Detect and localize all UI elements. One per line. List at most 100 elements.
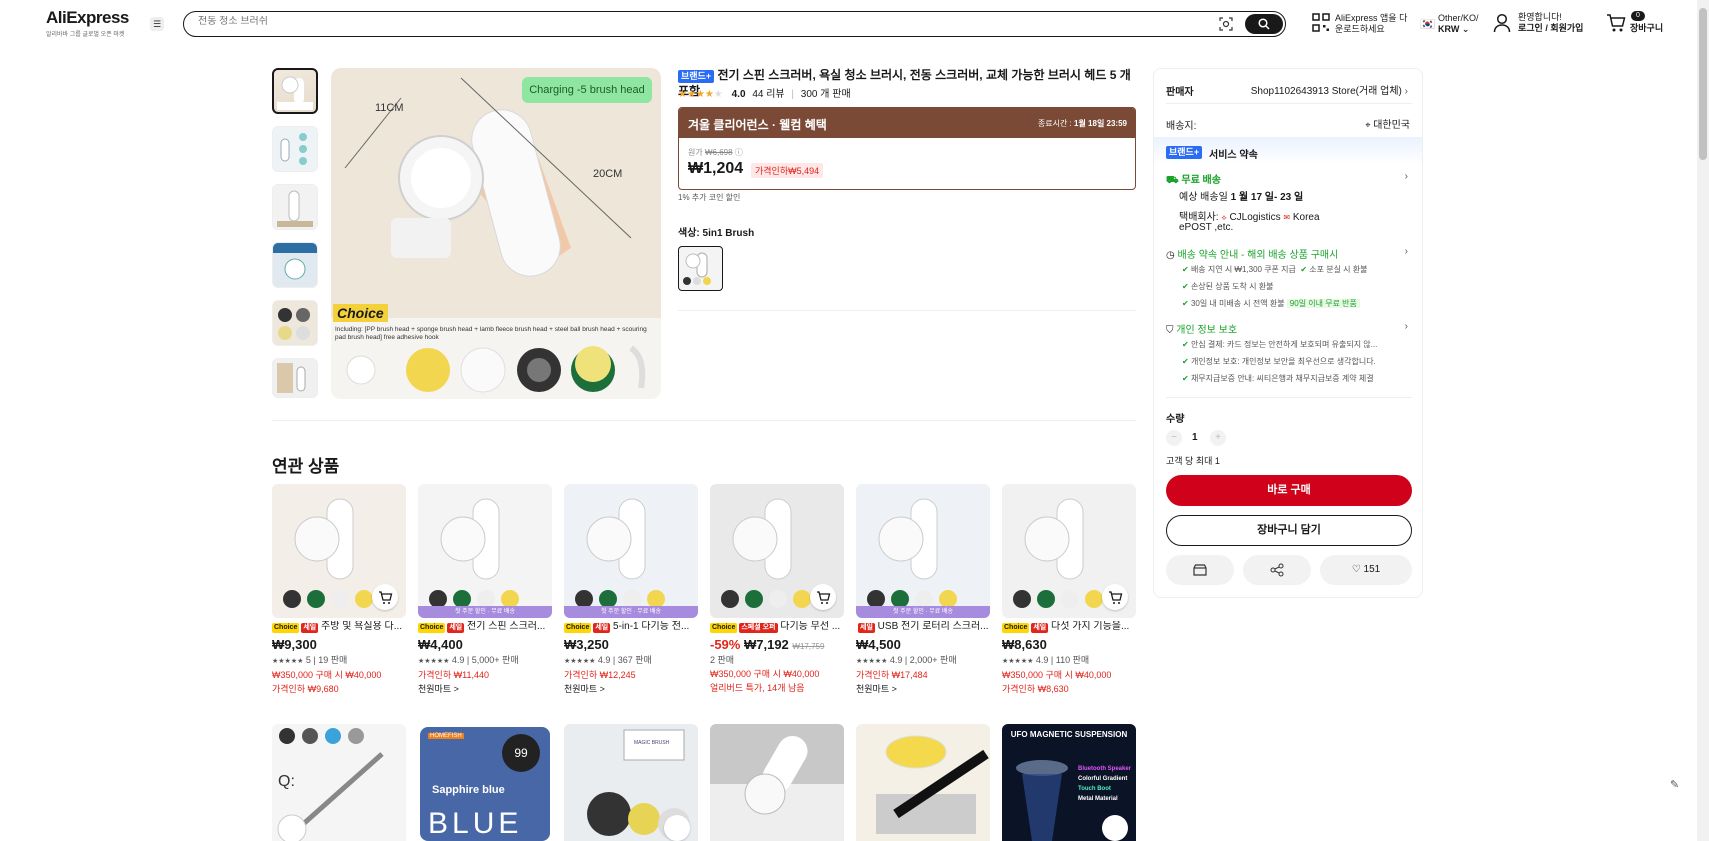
product-name[interactable]: 세일 USB 전기 로터리 스크러... bbox=[856, 621, 990, 633]
add-to-cart-icon[interactable] bbox=[372, 584, 398, 610]
thumbnail-5[interactable] bbox=[272, 300, 318, 346]
related-product-image[interactable] bbox=[710, 484, 844, 618]
related-product-card[interactable]: Choice 세일 주방 및 욕실용 다... ₩9,300 ★★★★★ 5 | 19… bbox=[272, 484, 406, 695]
wishlist-button[interactable]: ♡ 151 bbox=[1320, 555, 1412, 585]
promo-line-2: 가격인하 ₩9,680 bbox=[272, 684, 339, 694]
promo-line-2[interactable]: 천원마트 > bbox=[856, 684, 990, 695]
related-product-image[interactable] bbox=[856, 724, 990, 841]
ship-to-label: 배송지: bbox=[1166, 121, 1197, 132]
star-rating-icon: ★★★★★ bbox=[564, 658, 596, 665]
add-to-cart-icon[interactable] bbox=[810, 584, 836, 610]
related-product-image[interactable] bbox=[1002, 484, 1136, 618]
promo-line-1: ₩350,000 구매 시 ₩40,000 bbox=[272, 670, 382, 680]
scrollbar-thumb[interactable] bbox=[1699, 8, 1707, 160]
edit-pen-icon[interactable]: ✎ bbox=[1670, 778, 1679, 791]
chevron-down-icon: ⌄ bbox=[1461, 24, 1470, 34]
heart-icon: ♡ bbox=[1351, 564, 1361, 575]
qr-code-icon[interactable] bbox=[1312, 13, 1330, 35]
related-product-card[interactable]: 첫 주문 할인 · 무료 배송 세일 USB 전기 로터리 스크러... ₩4,50… bbox=[856, 484, 990, 695]
buy-now-button[interactable]: 바로 구매 bbox=[1166, 475, 1412, 506]
rating-row[interactable]: ★★★★★ 4.0 44 리뷰 | 300 개 판매 bbox=[678, 85, 851, 100]
scrollbar-track[interactable] bbox=[1697, 0, 1709, 841]
related-product-card[interactable]: 첫 주문 할인 · 무료 배송 Choice 세일 5-in-1 다기능 전... ₩… bbox=[564, 484, 698, 695]
add-to-cart-icon[interactable] bbox=[1102, 815, 1128, 841]
image-search-icon[interactable] bbox=[1219, 17, 1233, 31]
related-product-image[interactable]: UFO MAGNETIC SUSPENSION Bluetooth Speake… bbox=[1002, 724, 1136, 841]
promo-title: 겨울 클리어런스 · 웰컴 혜택 bbox=[688, 118, 827, 132]
product-name[interactable]: Choice 세일 전기 스핀 스크러... bbox=[418, 621, 552, 633]
free-shipping-row[interactable]: ⛟ 무료 배송 bbox=[1166, 171, 1221, 188]
thumbnail-1[interactable] bbox=[272, 68, 318, 114]
delivery-promise-3: ✔ 손상된 상품 도착 시 환불 bbox=[1182, 282, 1274, 291]
login-signup-link[interactable]: 로그인 / 회원가입 bbox=[1518, 23, 1583, 34]
store-icon bbox=[1193, 564, 1207, 576]
brand-plus-badge: 브랜드+ bbox=[678, 70, 715, 83]
delivery-promise-row[interactable]: ◷ 배송 약속 안내 - 해외 배송 상품 구매시 bbox=[1166, 246, 1338, 261]
related-product-image[interactable] bbox=[710, 724, 844, 841]
info-icon[interactable]: ⓘ bbox=[735, 148, 743, 157]
thumbnail-4[interactable] bbox=[272, 242, 318, 288]
add-to-cart-icon[interactable] bbox=[1102, 584, 1128, 610]
free-return-badge: 90일 이내 무료 반품 bbox=[1286, 299, 1360, 308]
related-product-image[interactable]: Q: bbox=[272, 724, 406, 841]
related-product-image[interactable]: 첫 주문 할인 · 무료 배송 bbox=[418, 484, 552, 618]
aliexpress-logo[interactable]: AliExpress 알리바바 그룹 글로벌 오픈 마켓 bbox=[46, 8, 129, 38]
star-empty-icon: ★ bbox=[713, 89, 723, 100]
thumbnail-3[interactable] bbox=[272, 184, 318, 230]
promo-line-2[interactable]: 천원마트 > bbox=[418, 684, 552, 695]
seller-link[interactable]: Shop1102643913 Store(거래 업체) › bbox=[1251, 82, 1408, 97]
quantity-decrease-button[interactable]: − bbox=[1166, 430, 1182, 446]
search-bar bbox=[183, 11, 1286, 37]
chevron-right-icon[interactable]: › bbox=[1405, 321, 1408, 332]
related-product-card[interactable]: 첫 주문 할인 · 무료 배송 Choice 세일 전기 스핀 스크러... ₩4,4… bbox=[418, 484, 552, 695]
seller-name: Shop1102643913 Store(거래 업체) bbox=[1250, 86, 1402, 97]
star-rating-icon: ★★★★★ bbox=[856, 658, 888, 665]
search-button[interactable] bbox=[1245, 14, 1283, 34]
app-download-link[interactable]: AliExpress 앱을 다 운로드하세요 bbox=[1335, 13, 1407, 35]
thumbnail-6[interactable] bbox=[272, 358, 318, 398]
chevron-right-icon[interactable]: › bbox=[1405, 171, 1408, 182]
cart-icon[interactable] bbox=[1606, 14, 1626, 33]
add-to-cart-icon[interactable] bbox=[664, 815, 690, 841]
old-price: ₩17,759 bbox=[792, 642, 825, 651]
logo-text: AliExpress bbox=[46, 8, 129, 27]
cart-label[interactable]: 장바구니 bbox=[1630, 23, 1663, 34]
product-name[interactable]: Choice 세일 5-in-1 다기능 전... bbox=[564, 621, 698, 633]
privacy-item-1: ✔ 안심 결제: 카드 정보는 안전하게 보호되며 유출되지 않... bbox=[1182, 340, 1378, 349]
product-name[interactable]: Choice 스페셜 오퍼 다기능 무선 ... bbox=[710, 621, 844, 633]
privacy-row[interactable]: ⛉ 개인 정보 보호 bbox=[1166, 321, 1237, 336]
related-product-image[interactable]: HOMEFISH 99 Sapphire blue BLUE bbox=[418, 724, 552, 841]
product-name[interactable]: Choice 세일 주방 및 욕실용 다... bbox=[272, 621, 406, 633]
region-currency-selector[interactable]: Other/KO/ KRW ⌄ bbox=[1438, 13, 1479, 35]
quantity-increase-button[interactable]: + bbox=[1210, 430, 1226, 446]
sale-badge: 세일 bbox=[1031, 623, 1049, 633]
review-count[interactable]: 44 리뷰 bbox=[752, 89, 784, 100]
sale-badge: 스페셜 오퍼 bbox=[739, 623, 778, 633]
related-product-card[interactable]: Choice 스페셜 오퍼 다기능 무선 ... -59% ₩7,192 ₩17,7… bbox=[710, 484, 844, 694]
related-product-image[interactable]: 첫 주문 할인 · 무료 배송 bbox=[856, 484, 990, 618]
divider bbox=[1166, 103, 1412, 104]
main-product-image[interactable]: Charging -5 brush head 11CM 20CM Choice … bbox=[331, 68, 661, 399]
ship-to-selector[interactable]: ⌖ 대한민국 bbox=[1365, 116, 1410, 131]
chevron-right-icon[interactable]: › bbox=[1405, 246, 1408, 257]
thumbnail-2[interactable] bbox=[272, 126, 318, 172]
category-menu-button[interactable]: ☰ bbox=[150, 17, 164, 31]
related-product-image[interactable] bbox=[272, 484, 406, 618]
color-option-5in1-brush[interactable] bbox=[678, 246, 723, 291]
dimension-label-2: 20CM bbox=[593, 168, 623, 180]
share-button[interactable] bbox=[1243, 555, 1311, 585]
quantity-value[interactable]: 1 bbox=[1192, 432, 1198, 443]
display-number: 99 bbox=[502, 734, 540, 772]
user-icon[interactable] bbox=[1493, 13, 1511, 33]
promo-line-2[interactable]: 천원마트 > bbox=[564, 684, 698, 695]
welcome-text: 환영합니다! bbox=[1518, 12, 1562, 22]
privacy-item-2: ✔ 개인정보 보호: 개인정보 보안을 최우선으로 생각합니다. bbox=[1182, 357, 1376, 366]
product-name[interactable]: Choice 세일 다섯 가지 기능을... bbox=[1002, 621, 1136, 633]
search-input[interactable] bbox=[198, 16, 1198, 27]
store-button[interactable] bbox=[1166, 555, 1234, 585]
related-product-card[interactable]: Choice 세일 다섯 가지 기능을... ₩8,630 ★★★★★ 4.9 | 1… bbox=[1002, 484, 1136, 695]
related-product-image[interactable]: 첫 주문 할인 · 무료 배송 bbox=[564, 484, 698, 618]
account-menu[interactable]: 환영합니다! 로그인 / 회원가입 bbox=[1518, 12, 1583, 34]
related-product-image[interactable]: MAGIC BRUSH bbox=[564, 724, 698, 841]
add-to-cart-button[interactable]: 장바구니 담기 bbox=[1166, 515, 1412, 546]
